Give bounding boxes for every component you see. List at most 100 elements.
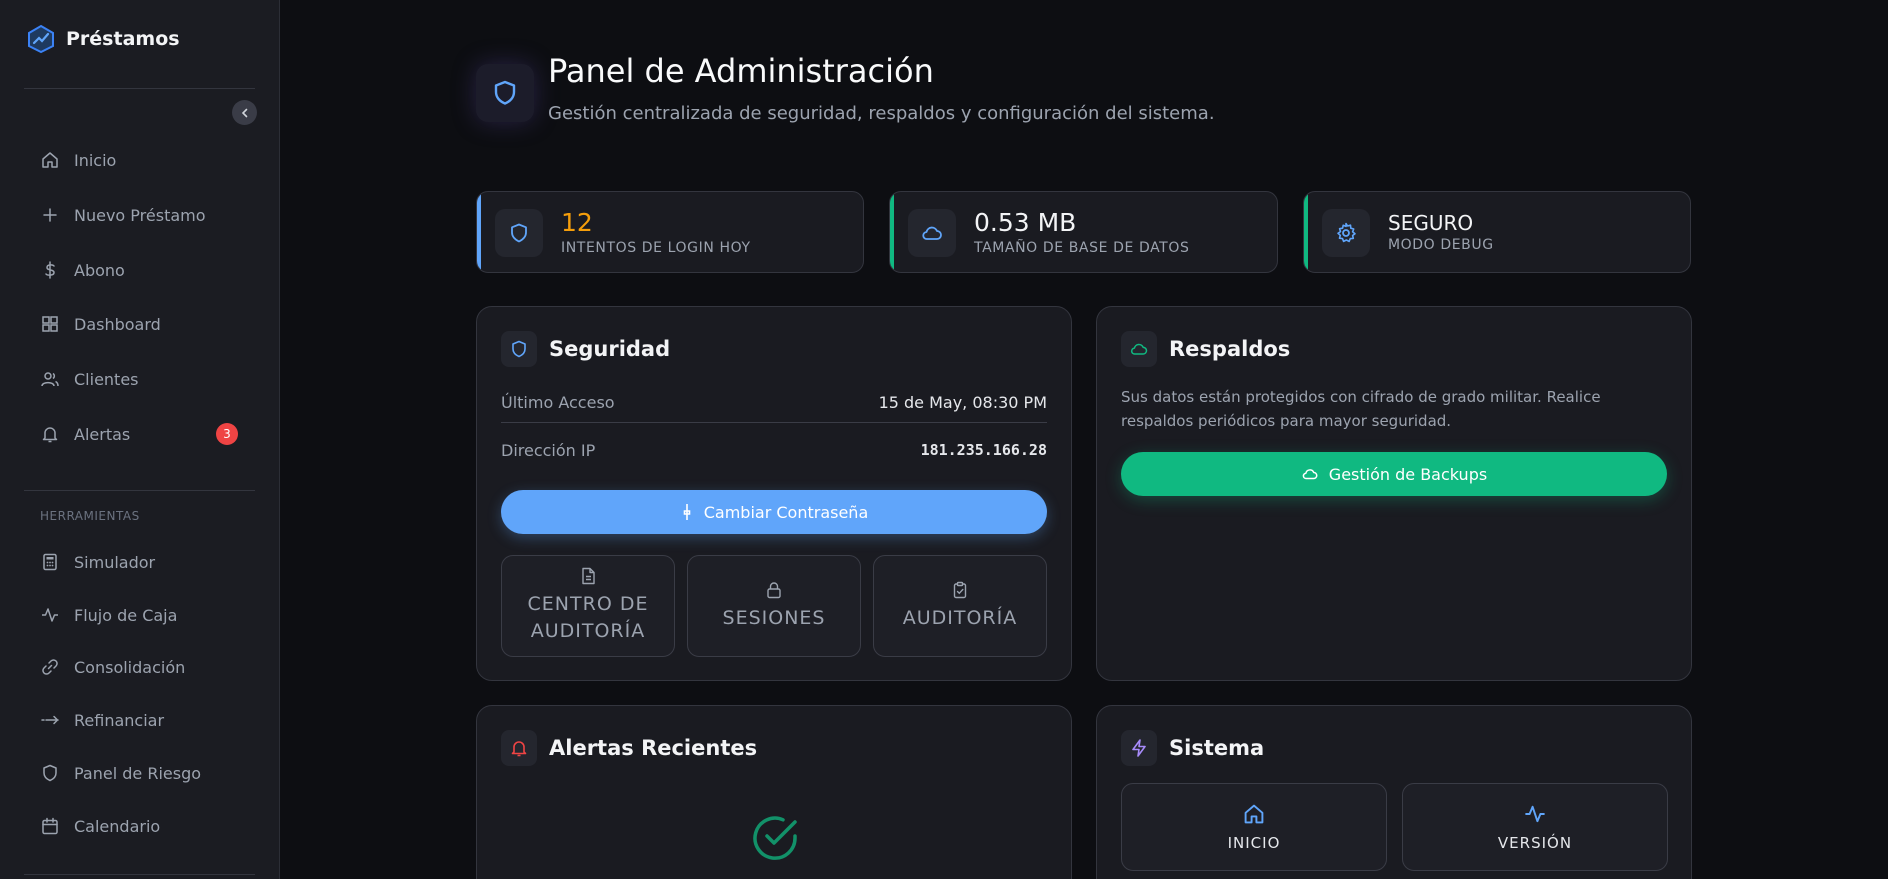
lightning-icon — [1132, 739, 1146, 757]
sidebar-item-consolidacion[interactable]: Consolidación — [40, 653, 240, 681]
card-icon-box — [1121, 730, 1157, 766]
shield-icon — [494, 80, 516, 105]
stat-icon-box — [908, 209, 956, 257]
tile-label: AUDITORÍA — [902, 606, 1018, 629]
brand[interactable]: Préstamos — [26, 24, 180, 54]
security-card: Seguridad Último Acceso 15 de May, 08:30… — [476, 306, 1072, 681]
sidebar-item-simulador[interactable]: Simulador — [40, 548, 240, 576]
stat-value: SEGURO — [1388, 211, 1474, 235]
divider — [24, 490, 255, 491]
sidebar-item-label: Nuevo Préstamo — [74, 205, 206, 225]
sidebar-item-inicio[interactable]: Inicio — [40, 146, 240, 174]
sidebar-item-label: Clientes — [74, 369, 139, 389]
dollar-icon — [45, 261, 55, 279]
last-access-label: Último Acceso — [501, 393, 615, 412]
clipboard-check-icon — [953, 581, 967, 598]
shield-icon — [512, 340, 526, 358]
sidebar-item-flujo-de-caja[interactable]: Flujo de Caja — [40, 601, 240, 629]
plus-icon — [43, 208, 57, 222]
system-card: Sistema INICIO VERSIÓN — [1096, 705, 1692, 879]
card-title: Seguridad — [549, 337, 671, 361]
users-icon — [41, 372, 59, 387]
stat-icon-box — [1322, 209, 1370, 257]
stat-card-debug-mode: SEGURO MODO DEBUG — [1303, 191, 1691, 273]
change-password-label: Cambiar Contraseña — [703, 502, 869, 522]
shield-icon — [43, 764, 57, 782]
tile-label: CENTRO DE AUDITORÍA — [527, 593, 649, 642]
sidebar-item-nuevo-prestamo[interactable]: Nuevo Préstamo — [40, 201, 240, 229]
manage-backups-button[interactable]: Gestión de Backups — [1121, 452, 1667, 496]
bell-icon — [511, 741, 527, 757]
card-icon-box — [1121, 331, 1157, 367]
tools-section-label: HERRAMIENTAS — [40, 509, 140, 523]
logo-icon — [28, 24, 54, 54]
stat-accent-bar — [890, 192, 894, 272]
system-home-button[interactable]: INICIO — [1121, 783, 1387, 871]
stat-card-login-attempts: 12 INTENTOS DE LOGIN HOY — [476, 191, 864, 273]
grid-icon — [42, 316, 58, 332]
calculator-icon — [43, 553, 57, 571]
cloud-icon — [922, 226, 942, 240]
sidebar-item-label: Consolidación — [74, 657, 186, 677]
change-password-button[interactable]: Cambiar Contraseña — [501, 490, 1047, 534]
bell-icon — [42, 427, 58, 443]
arrow-right-icon — [41, 715, 59, 725]
sidebar-item-label: Dashboard — [74, 314, 161, 334]
recent-alerts-card: Alertas Recientes — [476, 705, 1072, 879]
stat-label: INTENTOS DE LOGIN HOY — [561, 240, 751, 256]
stat-accent-bar — [477, 192, 481, 272]
activity-icon — [1525, 805, 1545, 823]
card-title: Respaldos — [1169, 337, 1291, 361]
card-icon-box — [501, 331, 537, 367]
chevron-left-icon — [241, 108, 247, 117]
sidebar-item-refinanciar[interactable]: Refinanciar — [40, 706, 240, 734]
home-icon — [42, 152, 58, 168]
sidebar: Préstamos Inicio Nuevo Préstamo Abono Da… — [0, 0, 280, 879]
key-icon — [683, 504, 691, 520]
page-title: Panel de Administración — [548, 52, 934, 90]
stat-label: MODO DEBUG — [1388, 237, 1494, 253]
link-icon — [42, 659, 58, 675]
activity-icon — [42, 608, 58, 622]
home-icon — [1244, 804, 1264, 824]
backups-description: Sus datos están protegidos con cifrado d… — [1121, 388, 1601, 430]
card-title: Alertas Recientes — [549, 736, 758, 760]
divider — [24, 88, 255, 89]
stat-value: 0.53 MB — [974, 208, 1077, 237]
gear-icon — [1337, 222, 1356, 243]
sidebar-item-label: Simulador — [74, 552, 156, 572]
audit-center-button[interactable]: CENTRO DE AUDITORÍA — [501, 555, 675, 657]
stat-icon-box — [495, 209, 543, 257]
stat-accent-bar — [1304, 192, 1308, 272]
audit-button[interactable]: AUDITORÍA — [873, 555, 1047, 657]
system-version-button[interactable]: VERSIÓN — [1402, 783, 1668, 871]
sessions-button[interactable]: SESIONES — [687, 555, 861, 657]
ip-value: 181.235.166.28 — [920, 441, 1047, 459]
sidebar-item-abono[interactable]: Abono — [40, 256, 240, 284]
brand-name: Préstamos — [66, 28, 180, 50]
sidebar-item-label: Calendario — [74, 816, 161, 836]
sidebar-item-label: Panel de Riesgo — [74, 763, 202, 783]
tile-label: SESIONES — [722, 606, 826, 629]
sidebar-item-label: Alertas — [74, 424, 131, 444]
sidebar-item-calendario[interactable]: Calendario — [40, 812, 240, 840]
stat-value: 12 — [561, 208, 593, 237]
calendar-icon — [42, 817, 58, 835]
header-shield-badge — [476, 64, 534, 122]
shield-icon — [511, 223, 527, 243]
sidebar-item-clientes[interactable]: Clientes — [40, 365, 240, 393]
ip-label: Dirección IP — [501, 441, 596, 460]
alert-count-badge: 3 — [216, 423, 238, 445]
backups-card: Respaldos Sus datos están protegidos con… — [1096, 306, 1692, 681]
sidebar-item-alertas[interactable]: Alertas 3 — [40, 420, 240, 448]
card-icon-box — [501, 730, 537, 766]
sidebar-item-label: Flujo de Caja — [74, 605, 178, 625]
cloud-icon — [1130, 343, 1148, 355]
sidebar-item-label: Refinanciar — [74, 710, 165, 730]
sidebar-item-dashboard[interactable]: Dashboard — [40, 310, 240, 338]
last-access-value: 15 de May, 08:30 PM — [878, 393, 1047, 412]
collapse-sidebar-button[interactable] — [232, 100, 257, 125]
sidebar-item-panel-de-riesgo[interactable]: Panel de Riesgo — [40, 759, 240, 787]
lock-icon — [767, 581, 781, 598]
stat-label: TAMAÑO DE BASE DE DATOS — [974, 240, 1190, 256]
